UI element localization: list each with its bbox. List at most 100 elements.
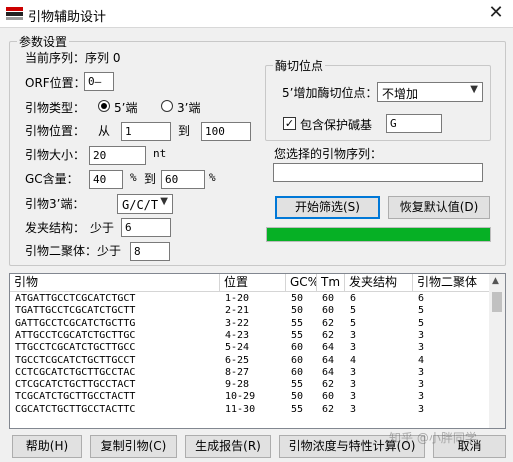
dimer-less-label: 少于 [97,244,122,258]
cell-dimer: 3 [418,366,425,378]
table-row[interactable]: GATTGCCTCGCATCTGCTTG 3-22 55 62 5 5 [10,318,490,330]
primer-table[interactable]: 引物 位置 GC% Tm 发夹结构 引物二聚体 ATGATTGCCTCGCATC… [9,273,506,429]
cell-hairpin: 4 [350,354,357,366]
table-row[interactable]: TCGCATCTGCTTGCCTACTT 10-29 50 60 3 3 [10,391,490,403]
protect-base-field[interactable]: G [386,114,442,133]
gc-label: GC含量： [25,172,79,186]
vertical-scrollbar[interactable]: ▲ [489,274,505,428]
cell-gc: 55 [291,403,304,415]
table-row[interactable]: TGCCTCGCATCTGCTTGCCT 6-25 60 64 4 4 [10,355,490,367]
progress-bar [266,227,491,242]
cell-dimer: 6 [418,293,425,304]
cell-dimer: 4 [418,354,425,366]
end3-select-value: G/C/T [122,198,159,212]
cell-position: 4-23 [225,329,250,341]
cell-position: 11-30 [225,403,256,415]
position-to-field[interactable]: 100 [201,122,251,141]
cell-primer: TCGCATCTGCTTGCCTACTT [15,391,136,403]
add-site-select-value: 不增加 [382,87,419,101]
cell-gc: 60 [291,342,304,354]
hairpin-label: 发夹结构： [25,221,86,235]
cell-gc: 60 [291,354,304,366]
start-filter-button[interactable]: 开始筛选(S) [275,196,380,219]
restore-defaults-button[interactable]: 恢复默认值(D) [388,196,490,219]
primer-type-label: 引物类型： [25,101,86,115]
protect-checkbox[interactable]: ✓ [283,117,296,130]
current-seq-label: 当前序列：序列 0 [25,51,121,65]
hairpin-less-label: 少于 [90,221,115,235]
protect-label[interactable]: 包含保护碱基 [300,116,372,133]
cell-gc: 50 [291,391,304,403]
orf-label: ORF位置： [25,76,86,90]
primer-type-5-radio[interactable] [98,100,110,112]
cell-dimer: 3 [418,342,425,354]
table-row[interactable]: CTCGCATCTGCTTGCCTACT 9-28 55 62 3 3 [10,379,490,391]
primer-type-3-radio[interactable] [161,100,173,112]
copy-primer-button[interactable]: 复制引物(C) [90,435,177,458]
table-row[interactable]: CCTCGCATCTGCTTGCCTAC 8-27 60 64 3 3 [10,367,490,379]
col-header-tm[interactable]: Tm [317,274,345,292]
cell-position: 6-25 [225,354,250,366]
table-row[interactable]: ATTGCCTCGCATCTGCTTGC 4-23 55 62 3 3 [10,330,490,342]
selected-seq-field[interactable] [273,163,483,182]
cell-primer: TGCCTCGCATCTGCTTGCCT [15,354,136,366]
table-row[interactable]: TTGCCTCGCATCTGCTTGCC 5-24 60 64 3 3 [10,342,490,354]
cell-dimer: 3 [418,391,425,403]
cell-gc: 55 [291,379,304,391]
cell-tm: 62 [322,329,335,341]
cell-dimer: 5 [418,317,425,329]
col-header-position[interactable]: 位置 [220,274,286,292]
progress-fill [267,228,490,241]
col-header-gc[interactable]: GC% [286,274,317,292]
dimer-label: 引物二聚体： [25,244,98,258]
col-header-dimer[interactable]: 引物二聚体 [413,274,490,292]
orf-field[interactable]: 0— [84,72,114,91]
cell-tm: 64 [322,354,335,366]
gc-min-field[interactable]: 40 [89,170,123,189]
cell-primer: ATTGCCTCGCATCTGCTTGC [15,329,136,341]
cell-primer: TTGCCTCGCATCTGCTTGCC [15,342,136,354]
cell-dimer: 3 [418,329,425,341]
size-field[interactable]: 20 [89,146,146,165]
help-button[interactable]: 帮助(H) [12,435,82,458]
gc-max-field[interactable]: 60 [161,170,205,189]
cell-hairpin: 6 [350,293,357,304]
table-row[interactable]: ATGATTGCCTCGCATCTGCT 1-20 50 60 6 6 [10,293,490,305]
cell-tm: 62 [322,379,335,391]
col-header-primer[interactable]: 引物 [10,274,220,292]
table-row[interactable]: CGCATCTGCTTGCCTACTTC 11-30 55 62 3 3 [10,404,490,416]
dimer-field[interactable]: 8 [130,242,170,261]
scroll-up-icon[interactable]: ▲ [492,276,499,286]
generate-report-button[interactable]: 生成报告(R) [185,435,271,458]
position-from-field[interactable]: 1 [121,122,171,141]
app-icon [6,7,23,20]
cell-hairpin: 5 [350,305,357,317]
col-header-hairpin[interactable]: 发夹结构 [345,274,413,292]
add-site-select[interactable]: 不增加 ▼ [377,82,483,102]
selected-seq-label: 您选择的引物序列： [274,147,383,161]
gc-to-label: 到 [144,172,157,186]
cell-hairpin: 3 [350,342,357,354]
table-row[interactable]: TGATTGCCTCGCATCTGCTT 2-21 50 60 5 5 [10,305,490,317]
cell-primer: CTCGCATCTGCTTGCCTACT [15,379,136,391]
close-icon[interactable]: ✕ [484,2,508,24]
cell-gc: 50 [291,293,304,304]
cell-position: 3-22 [225,317,250,329]
cell-hairpin: 3 [350,391,357,403]
scroll-thumb[interactable] [492,292,502,312]
cell-primer: GATTGCCTCGCATCTGCTTG [15,317,136,329]
cell-hairpin: 3 [350,366,357,378]
end3-select[interactable]: G/C/T ▼ [117,194,173,214]
hairpin-field[interactable]: 6 [121,218,171,237]
cell-tm: 62 [322,317,335,329]
cell-tm: 60 [322,293,335,304]
cell-gc: 60 [291,366,304,378]
cell-gc: 50 [291,305,304,317]
enzyme-group [265,65,491,141]
primer-type-5-label[interactable]: 5’端 [114,99,137,116]
primer-type-3-label[interactable]: 3’端 [177,99,200,116]
params-group-title: 参数设置 [17,33,70,50]
cell-dimer: 3 [418,403,425,415]
cell-position: 1-20 [225,293,250,304]
cell-primer: ATGATTGCCTCGCATCTGCT [15,293,136,304]
